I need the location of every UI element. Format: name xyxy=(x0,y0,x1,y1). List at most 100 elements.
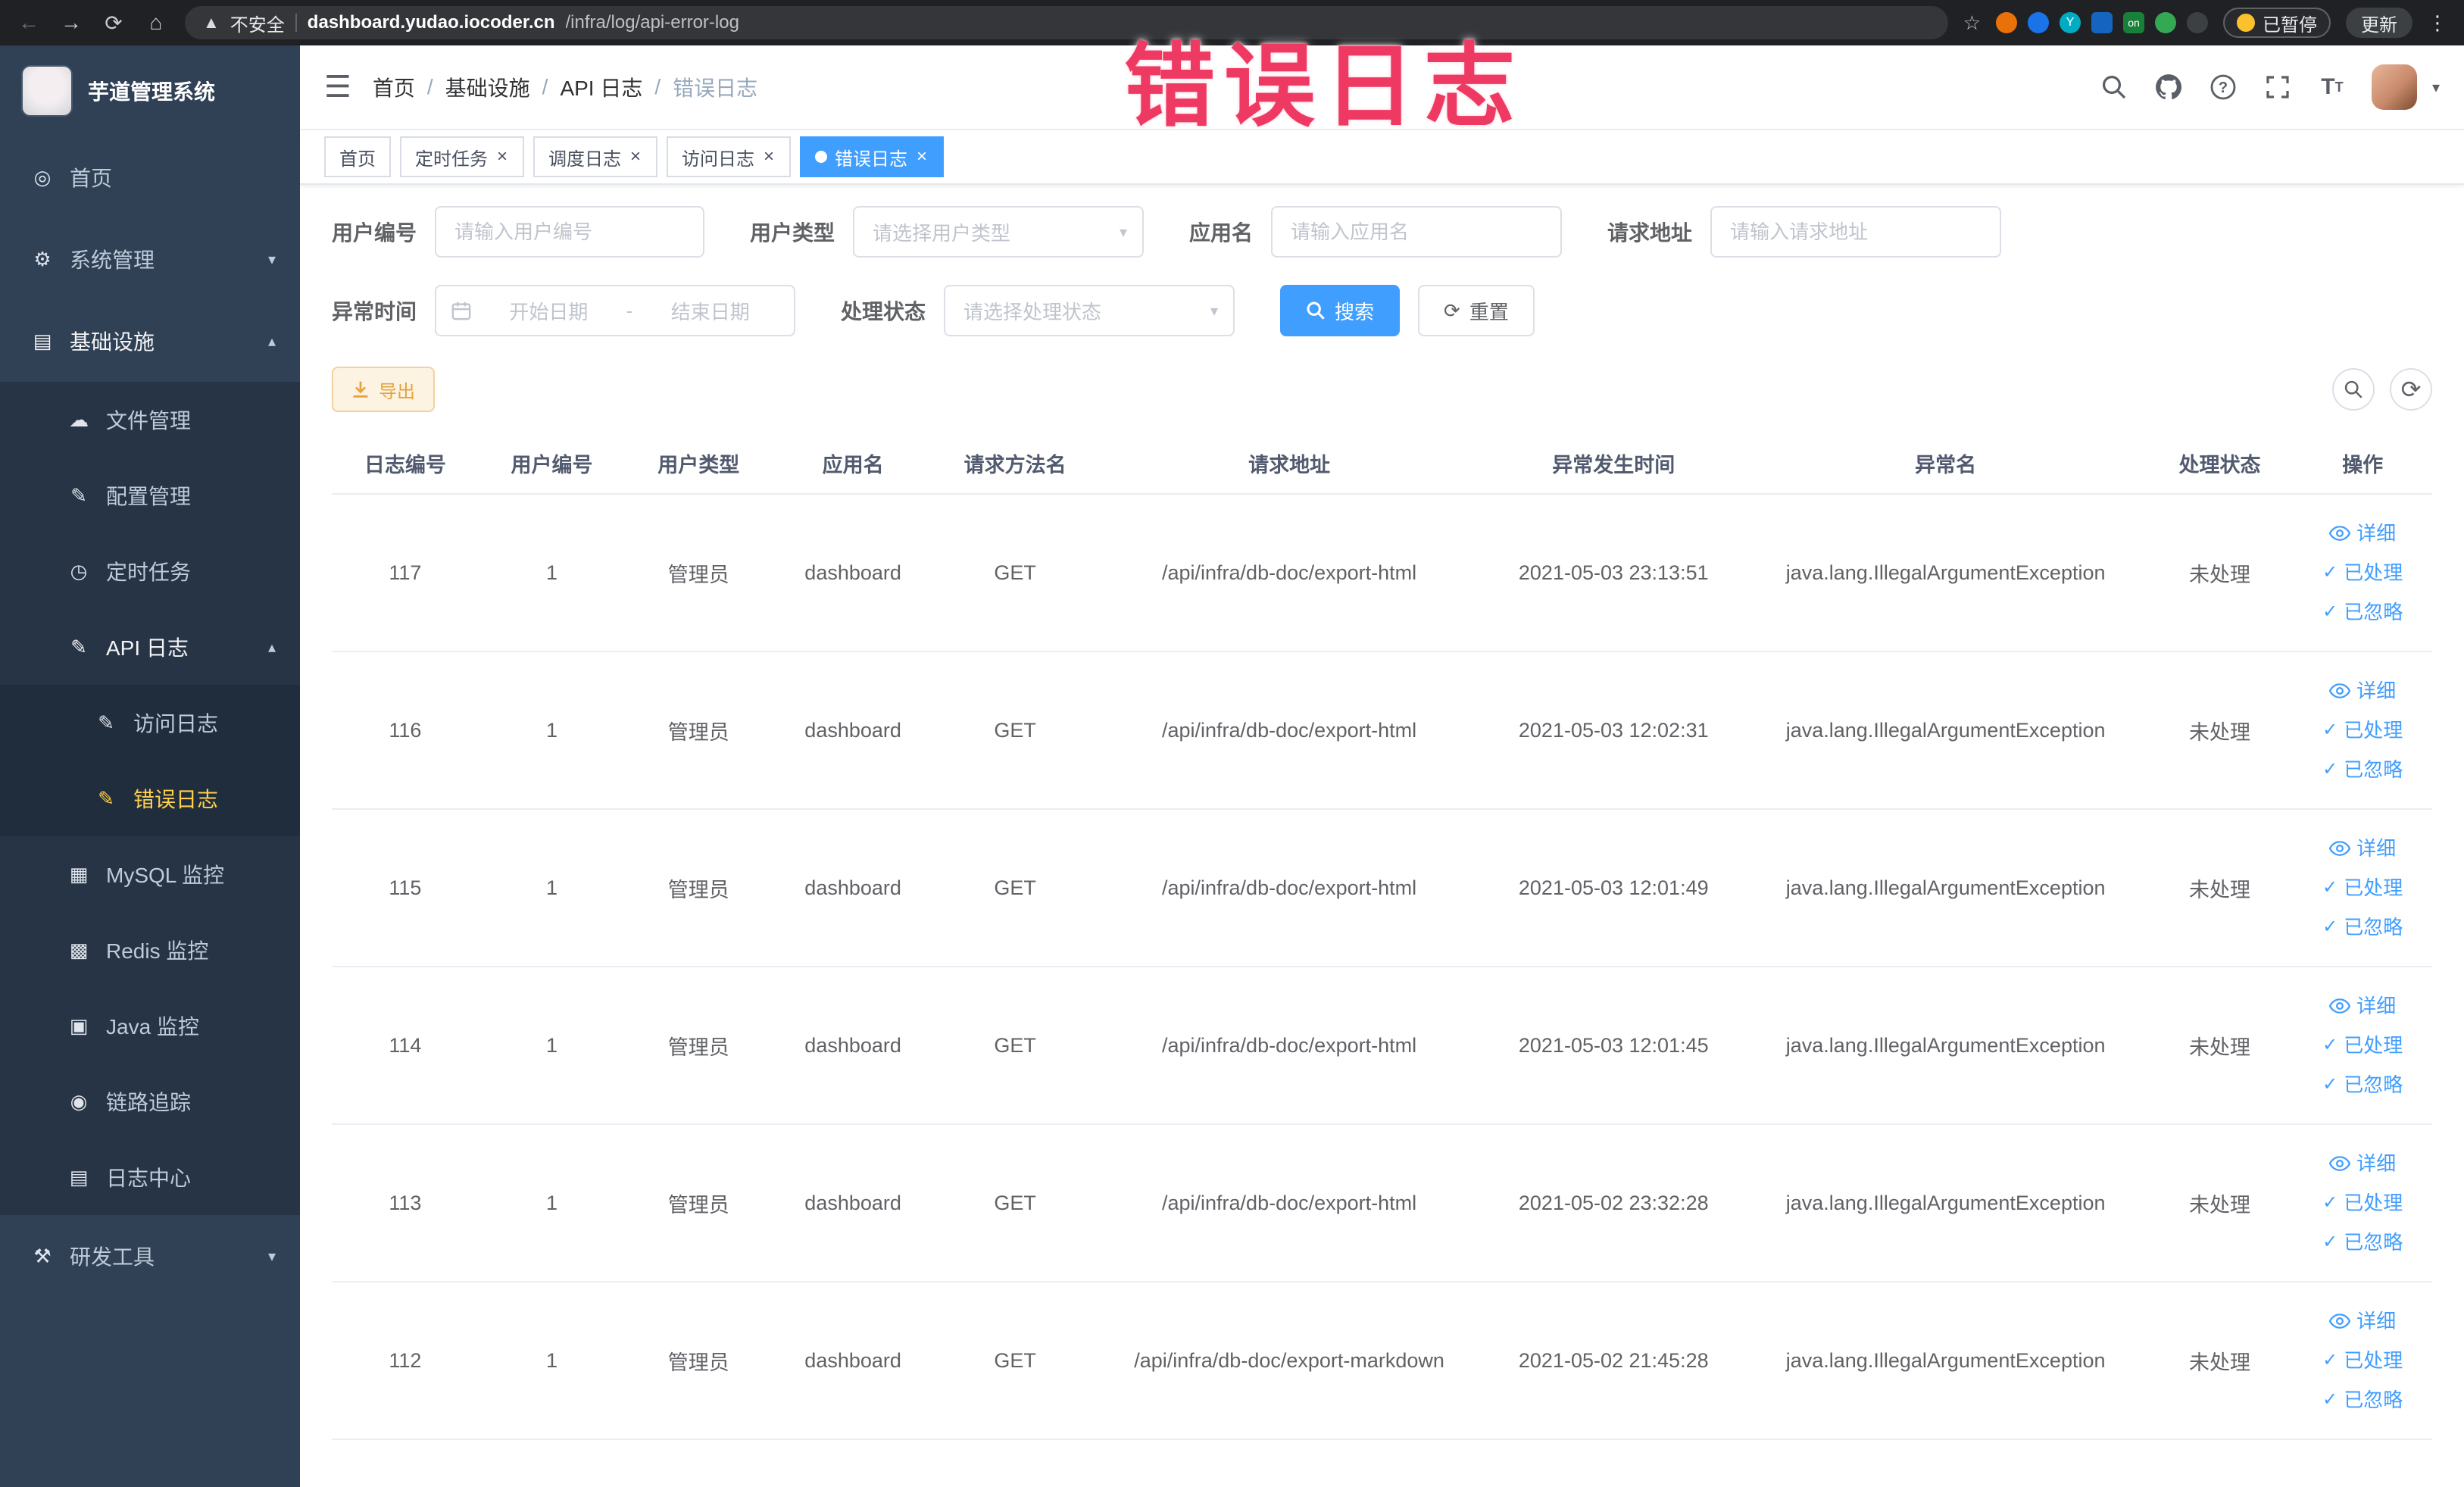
home-button[interactable]: ⌂ xyxy=(142,11,170,35)
table-row: 117 1 管理员 dashboard GET/api/infra/db-doc/exp… xyxy=(332,494,2432,652)
mark-processed-link[interactable]: ✓ 已处理 xyxy=(2293,1183,2432,1223)
view-detail-link[interactable]: 详细 xyxy=(2293,1301,2432,1341)
sidebar-item-log-center[interactable]: ▤ 日志中心 xyxy=(0,1139,300,1215)
exception-time-range-picker[interactable]: 开始日期 - 结束日期 xyxy=(435,285,796,336)
sidebar-toggle-icon[interactable]: ☰ xyxy=(324,70,351,105)
close-icon[interactable]: × xyxy=(915,148,929,166)
tab-error-log[interactable]: 错误日志 × xyxy=(800,136,945,177)
process-status-select[interactable]: 请选择处理状态 ▾ xyxy=(944,285,1235,336)
request-url-label: 请求地址 xyxy=(1607,221,1693,245)
breadcrumb-item[interactable]: API 日志 xyxy=(560,72,642,102)
toggle-search-button[interactable] xyxy=(2332,368,2375,411)
table-cell: java.lang.IllegalArgumentException xyxy=(1744,1282,2147,1440)
help-icon[interactable]: ? xyxy=(2208,72,2238,102)
table-cell: dashboard xyxy=(772,494,935,652)
sidebar-item-redis-monitor[interactable]: ▩ Redis 监控 xyxy=(0,912,300,988)
sidebar-item-api-log[interactable]: ✎ API 日志 ▴ xyxy=(0,609,300,685)
mark-ignored-link[interactable]: ✓ 已忽略 xyxy=(2293,592,2432,632)
extension-icon[interactable] xyxy=(1996,12,2017,33)
reset-button[interactable]: ⟳ 重置 xyxy=(1418,285,1535,336)
sidebar-item-link-tracing[interactable]: ◉ 链路追踪 xyxy=(0,1064,300,1139)
view-detail-link[interactable]: 详细 xyxy=(2293,671,2432,711)
refresh-table-button[interactable]: ⟳ xyxy=(2390,368,2432,411)
tab-scheduled-tasks[interactable]: 定时任务 × xyxy=(400,136,525,177)
github-icon[interactable] xyxy=(2153,72,2184,102)
sidebar-item-system-management[interactable]: ⚙ 系统管理 ▾ xyxy=(0,218,300,300)
mark-processed-link[interactable]: ✓ 已处理 xyxy=(2293,868,2432,908)
navbar-actions: ? TT ▾ xyxy=(2099,64,2440,110)
sidebar-item-dev-tools[interactable]: ⚒ 研发工具 ▾ xyxy=(0,1215,300,1297)
tab-home[interactable]: 首页 xyxy=(324,136,391,177)
close-icon[interactable]: × xyxy=(629,148,642,166)
mark-processed-link[interactable]: ✓ 已处理 xyxy=(2293,1341,2432,1380)
mark-ignored-link[interactable]: ✓ 已忽略 xyxy=(2293,908,2432,947)
extension-icon[interactable] xyxy=(2091,12,2113,33)
sidebar-item-java-monitor[interactable]: ▣ Java 监控 xyxy=(0,988,300,1064)
chevron-up-icon: ▴ xyxy=(267,333,276,350)
view-detail-link[interactable]: 详细 xyxy=(2293,829,2432,868)
reload-button[interactable]: ⟳ xyxy=(100,11,127,36)
sidebar-item-error-log[interactable]: ✎ 错误日志 xyxy=(0,761,300,836)
caret-down-icon[interactable]: ▾ xyxy=(2432,78,2440,97)
sidebar-item-config-management[interactable]: ✎ 配置管理 xyxy=(0,458,300,533)
extension-icon[interactable]: Y xyxy=(2060,12,2081,33)
search-icon[interactable] xyxy=(2099,72,2129,102)
extension-icon[interactable] xyxy=(2155,12,2176,33)
table-header-row: 日志编号 用户编号 用户类型 应用名 请求方法名 请求地址 异常发生时间 异常名 处理状态 操作 xyxy=(332,433,2432,495)
request-url-input[interactable] xyxy=(1710,206,2002,258)
action-label: 已处理 xyxy=(2344,876,2403,899)
sidebar: 芋道管理系统 ◎ 首页 ⚙ 系统管理 ▾ ▤ 基础设施 ▴ ☁ 文件管理 ✎ 配置管理 ◷ 定时任务 ✎ AP… xyxy=(0,45,300,1487)
bookmark-star-icon[interactable]: ☆ xyxy=(1963,11,1981,35)
breadcrumb-item[interactable]: 基础设施 xyxy=(445,72,530,102)
view-detail-link[interactable]: 详细 xyxy=(2293,514,2432,553)
column-header: 用户编号 xyxy=(478,433,626,495)
sidebar-item-file-management[interactable]: ☁ 文件管理 xyxy=(0,382,300,458)
user-type-select[interactable]: 请选择用户类型 ▾ xyxy=(853,206,1145,258)
sidebar-item-scheduled-tasks[interactable]: ◷ 定时任务 xyxy=(0,533,300,609)
url-domain: dashboard.yudao.iocoder.cn xyxy=(307,12,555,33)
row-actions: 详细 ✓ 已处理 ✓ 已忽略 xyxy=(2293,651,2432,810)
breadcrumb-item[interactable]: 首页 xyxy=(373,72,415,102)
mark-processed-link[interactable]: ✓ 已处理 xyxy=(2293,711,2432,750)
paused-badge[interactable]: 已暂停 xyxy=(2223,8,2331,38)
sidebar-item-access-log[interactable]: ✎ 访问日志 xyxy=(0,685,300,761)
browser-menu-button[interactable]: ⋮ xyxy=(2428,11,2449,35)
tab-access-log[interactable]: 访问日志 × xyxy=(667,136,792,177)
user-type-placeholder: 请选择用户类型 xyxy=(873,221,1011,245)
sidebar-item-infrastructure[interactable]: ▤ 基础设施 ▴ xyxy=(0,300,300,382)
app-name-input[interactable] xyxy=(1271,206,1563,258)
user-id-input[interactable] xyxy=(435,206,705,258)
fullscreen-icon[interactable] xyxy=(2263,72,2293,102)
close-icon[interactable]: × xyxy=(495,148,509,166)
extension-icon[interactable]: on xyxy=(2123,12,2144,33)
exception-time-label: 异常时间 xyxy=(332,300,417,323)
close-icon[interactable]: × xyxy=(762,148,776,166)
extension-icon[interactable] xyxy=(2187,12,2208,33)
mark-ignored-link[interactable]: ✓ 已忽略 xyxy=(2293,1065,2432,1104)
mark-ignored-link[interactable]: ✓ 已忽略 xyxy=(2293,750,2432,789)
search-button[interactable]: 搜索 xyxy=(1280,285,1401,336)
tab-job-log[interactable]: 调度日志 × xyxy=(533,136,658,177)
export-button[interactable]: 导出 xyxy=(332,367,435,412)
mark-ignored-link[interactable]: ✓ 已忽略 xyxy=(2293,1223,2432,1262)
forward-button[interactable]: → xyxy=(58,11,85,35)
update-button[interactable]: 更新 xyxy=(2346,8,2412,38)
mark-processed-link[interactable]: ✓ 已处理 xyxy=(2293,553,2432,592)
view-detail-link[interactable]: 详细 xyxy=(2293,1144,2432,1183)
extension-icon[interactable] xyxy=(2028,12,2049,33)
back-button[interactable]: ← xyxy=(15,11,42,35)
font-size-icon[interactable]: TT xyxy=(2317,72,2347,102)
avatar[interactable] xyxy=(2371,64,2417,110)
top-navbar: ☰ 首页 / 基础设施 / API 日志 / 错误日志 ? TT ▾ xyxy=(300,45,2464,130)
app-title: 芋道管理系统 xyxy=(88,80,216,104)
view-detail-link[interactable]: 详细 xyxy=(2293,986,2432,1026)
url-bar[interactable]: ▲ 不安全 dashboard.yudao.iocoder.cn /infra/… xyxy=(185,6,1948,39)
mark-processed-link[interactable]: ✓ 已处理 xyxy=(2293,1026,2432,1065)
sidebar-item-home[interactable]: ◎ 首页 xyxy=(0,136,300,218)
sidebar-item-label: Redis 监控 xyxy=(106,939,209,963)
sidebar-item-mysql-monitor[interactable]: ▦ MySQL 监控 xyxy=(0,836,300,912)
table-cell: java.lang.IllegalArgumentException xyxy=(1744,494,2147,652)
tab-label: 调度日志 xyxy=(548,148,622,170)
action-label: 详细 xyxy=(2356,1152,2397,1175)
mark-ignored-link[interactable]: ✓ 已忽略 xyxy=(2293,1380,2432,1420)
